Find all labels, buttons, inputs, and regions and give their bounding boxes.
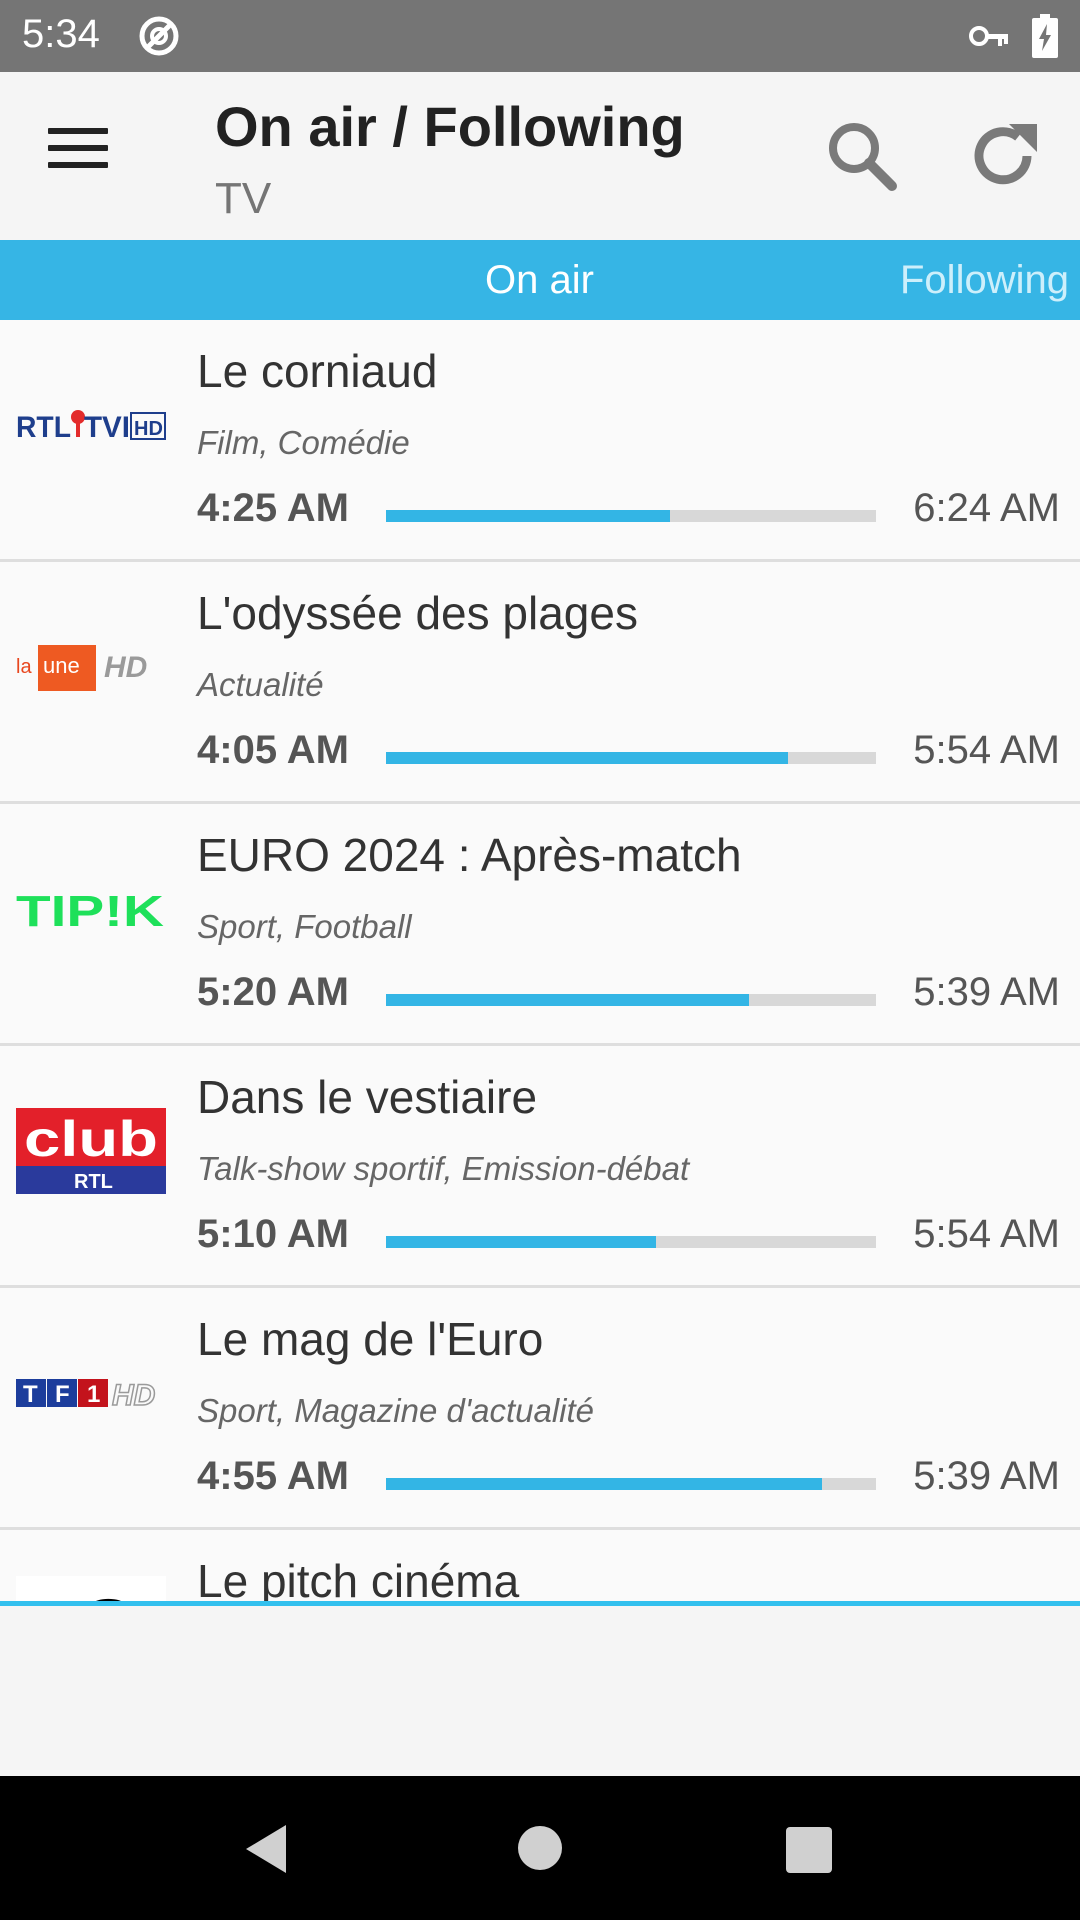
program-genre: Talk-show sportif, Emission-débat — [197, 1150, 690, 1187]
home-icon[interactable] — [518, 1826, 562, 1870]
end-time: 6:24 AM — [913, 486, 1060, 530]
vpn-key-icon — [969, 26, 1008, 46]
svg-text:la: la — [16, 656, 32, 678]
recents-icon[interactable] — [786, 1827, 832, 1873]
start-time: 5:10 AM — [197, 1212, 349, 1256]
tipik-logo: TIP!K — [16, 864, 166, 954]
svg-text:1: 1 — [87, 1381, 100, 1408]
start-time: 4:55 AM — [197, 1454, 349, 1498]
progress-bar — [386, 510, 876, 522]
end-time: 5:54 AM — [913, 1212, 1060, 1256]
program-genre: Sport, Football — [197, 908, 412, 945]
svg-text:T: T — [23, 1381, 38, 1408]
svg-text:2: 2 — [78, 1577, 139, 1603]
tab-on-air[interactable]: On air — [485, 258, 594, 303]
back-icon[interactable] — [242, 1823, 288, 1875]
end-time: 5:54 AM — [913, 728, 1060, 772]
start-time: 4:05 AM — [197, 728, 349, 772]
svg-text:TIP!K: TIP!K — [16, 887, 164, 934]
refresh-icon[interactable] — [965, 116, 1045, 196]
list-bottom-divider — [0, 1601, 1080, 1606]
rtl-tvi-logo: RTL TVI HD — [16, 380, 166, 470]
end-time: 5:39 AM — [913, 970, 1060, 1014]
battery-charging-icon — [1032, 14, 1058, 58]
program-genre: Actualité — [197, 666, 324, 703]
svg-text:HD: HD — [104, 651, 147, 684]
program-item[interactable]: club RTL Dans le vestiaire Talk-show spo… — [0, 1046, 1080, 1288]
program-title: Le mag de l'Euro — [197, 1313, 544, 1365]
svg-text:RTL: RTL — [74, 1171, 113, 1193]
svg-text:HD: HD — [112, 1379, 155, 1412]
svg-text:F: F — [55, 1381, 70, 1408]
program-title: Le pitch cinéma — [197, 1555, 520, 1603]
program-item[interactable]: 2 Le pitch cinéma — [0, 1530, 1080, 1603]
page-title: On air / Following — [215, 95, 685, 158]
status-bar: 5:34 — [0, 0, 1080, 72]
la-une-logo: la une HD — [16, 622, 166, 712]
program-title: L'odyssée des plages — [197, 587, 638, 639]
program-title: Le corniaud — [197, 345, 438, 397]
program-genre: Film, Comédie — [197, 424, 410, 461]
menu-icon[interactable] — [48, 128, 108, 188]
progress-bar — [386, 1236, 876, 1248]
tab-bar: On air Following — [0, 240, 1080, 320]
progress-bar — [386, 752, 876, 764]
search-icon[interactable] — [822, 116, 902, 196]
svg-text:club: club — [24, 1111, 158, 1167]
progress-bar — [386, 994, 876, 1006]
program-item[interactable]: la une HD L'odyssée des plages Actualité… — [0, 562, 1080, 804]
start-time: 5:20 AM — [197, 970, 349, 1014]
status-time: 5:34 — [22, 12, 100, 56]
program-item[interactable]: T F 1 HD Le mag de l'Euro Sport, Magazin… — [0, 1288, 1080, 1530]
svg-text:RTL: RTL — [16, 411, 71, 444]
end-time: 5:39 AM — [913, 1454, 1060, 1498]
app-bar: On air / Following TV — [0, 72, 1080, 240]
program-item[interactable]: TIP!K EURO 2024 : Après-match Sport, Foo… — [0, 804, 1080, 1046]
program-item[interactable]: RTL TVI HD Le corniaud Film, Comédie 4:2… — [0, 320, 1080, 562]
program-title: EURO 2024 : Après-match — [197, 829, 742, 881]
club-rtl-logo: club RTL — [16, 1106, 166, 1196]
progress-bar — [386, 1478, 876, 1490]
france-2-logo: 2 — [16, 1560, 166, 1603]
tf1-logo: T F 1 HD — [16, 1348, 166, 1438]
tab-following[interactable]: Following — [900, 258, 1069, 303]
program-title: Dans le vestiaire — [197, 1071, 538, 1123]
start-time: 4:25 AM — [197, 486, 349, 530]
dnd-icon — [139, 16, 179, 56]
svg-text:HD: HD — [134, 418, 163, 440]
svg-text:une: une — [43, 653, 80, 678]
program-list[interactable]: RTL TVI HD Le corniaud Film, Comédie 4:2… — [0, 320, 1080, 1603]
svg-text:TVI: TVI — [84, 411, 130, 444]
program-genre: Sport, Magazine d'actualité — [197, 1392, 595, 1429]
navigation-bar — [0, 1776, 1080, 1920]
page-subtitle: TV — [215, 174, 272, 223]
